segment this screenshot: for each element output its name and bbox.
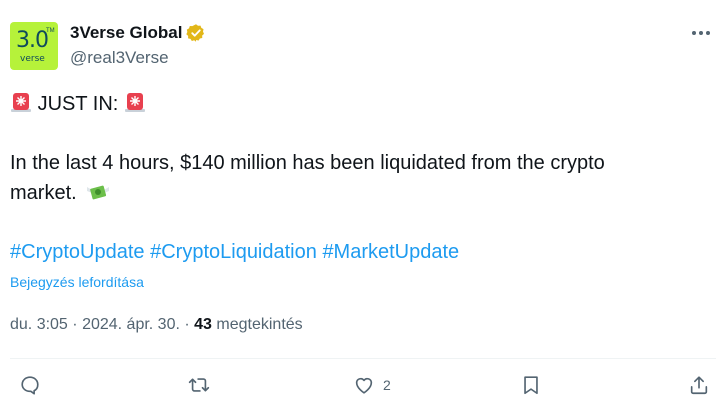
author-name-row: 3Verse Global — [70, 23, 206, 43]
avatar-text-sub: verse — [20, 54, 45, 64]
reply-button[interactable] — [19, 374, 41, 396]
bookmark-icon — [524, 376, 538, 395]
verified-badge-icon[interactable] — [186, 23, 206, 43]
share-button[interactable] — [688, 374, 710, 396]
hashtag-link[interactable]: #CryptoUpdate — [10, 241, 145, 263]
avatar-text-main: 3.0 — [16, 28, 49, 53]
separator-dot: · — [72, 316, 78, 333]
siren-icon — [124, 93, 145, 112]
avatar[interactable]: 3.0 TM verse — [10, 22, 58, 70]
hashtag-link[interactable]: #MarketUpdate — [322, 241, 459, 263]
like-count: 2 — [383, 377, 391, 393]
hashtags: #CryptoUpdate #CryptoLiquidation #Market… — [10, 239, 459, 265]
retweet-button[interactable] — [188, 374, 210, 396]
tweet-text-line2: In the last 4 hours, $140 million has be… — [10, 152, 605, 174]
tweet-date[interactable]: 2024. ápr. 30. — [82, 316, 180, 333]
separator-dot: · — [184, 316, 190, 333]
tweet-text-line1: JUST IN: — [37, 93, 119, 115]
tweet-line-1: JUST IN: — [10, 91, 146, 117]
action-bar: 2 — [0, 374, 726, 402]
tweet-meta: du. 3:05 · 2024. ápr. 30. · 43 megtekint… — [10, 316, 303, 334]
author-name[interactable]: 3Verse Global — [70, 23, 182, 43]
heart-icon — [355, 377, 373, 394]
author-handle[interactable]: @real3Verse — [70, 48, 169, 68]
share-icon — [690, 376, 708, 395]
more-options-icon[interactable] — [688, 22, 714, 44]
reply-icon — [21, 376, 39, 395]
divider — [10, 358, 716, 359]
money-with-wings-icon — [87, 185, 110, 200]
tweet-text-line3: market. — [10, 182, 77, 204]
views-count: 43 — [194, 316, 212, 333]
tweet-time[interactable]: du. 3:05 — [10, 316, 68, 333]
tweet-line-3: market. — [10, 180, 110, 206]
views-label: megtekintés — [216, 316, 303, 333]
siren-icon — [11, 93, 31, 112]
like-button[interactable]: 2 — [353, 374, 391, 396]
hashtag-link[interactable]: #CryptoLiquidation — [150, 241, 317, 263]
translate-post-link[interactable]: Bejegyzés lefordítása — [10, 274, 144, 290]
retweet-icon — [188, 378, 210, 392]
avatar-text-tm: TM — [46, 28, 55, 34]
bookmark-button[interactable] — [520, 374, 542, 396]
